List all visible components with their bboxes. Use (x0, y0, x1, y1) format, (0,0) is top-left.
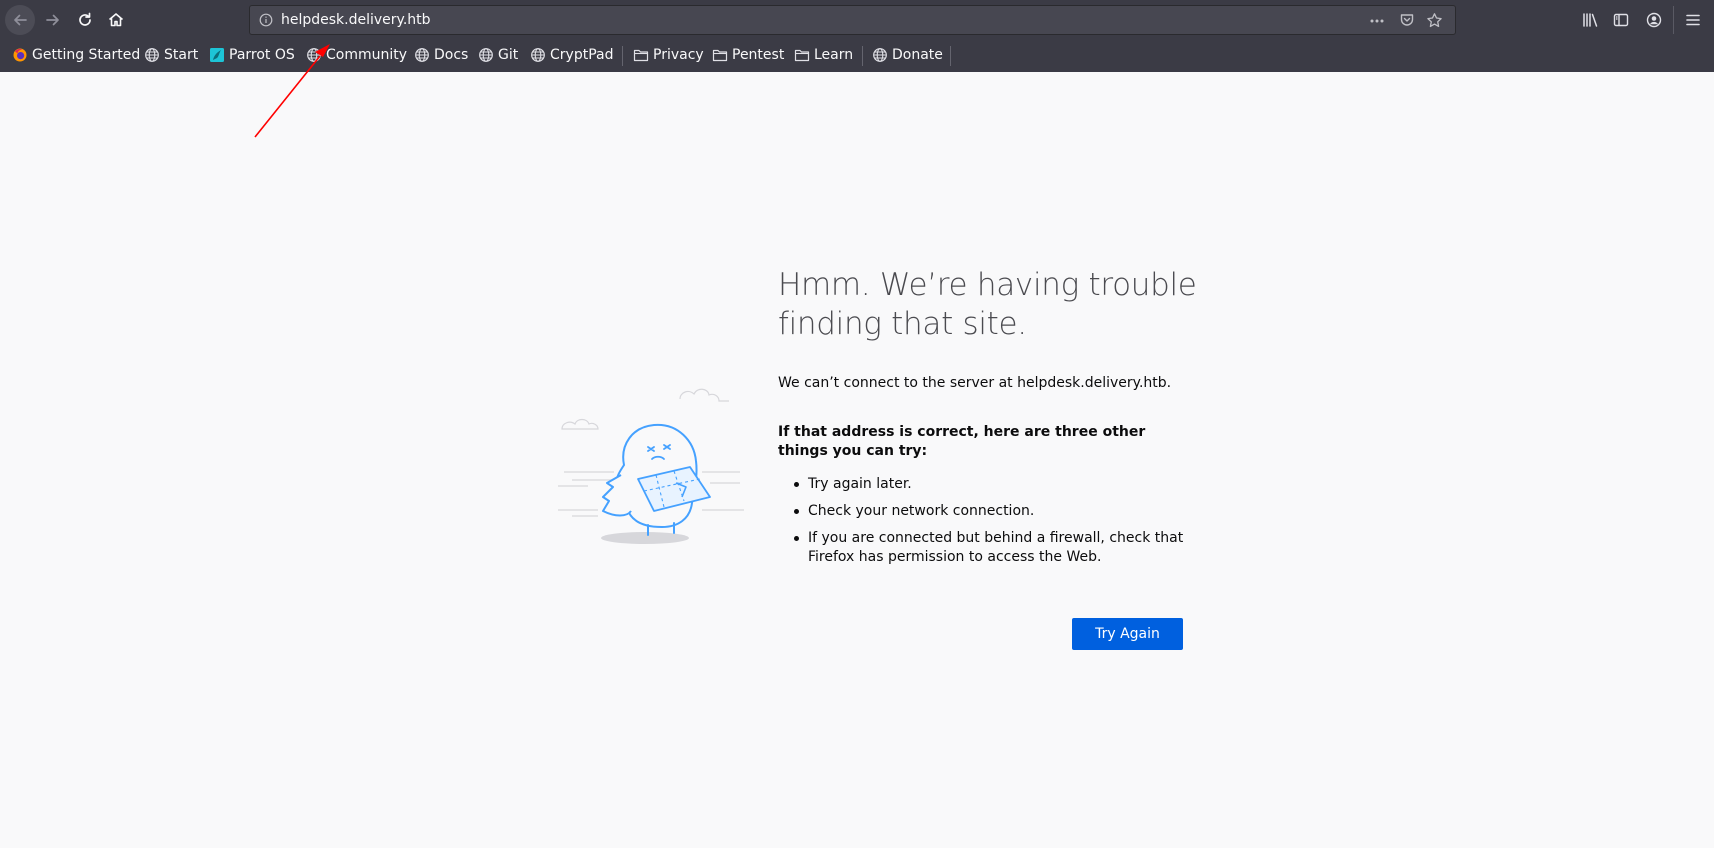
suggestion-item: If you are connected but behind a firewa… (792, 529, 1192, 567)
toolbar-separator (1673, 6, 1674, 34)
account-icon[interactable] (1645, 11, 1663, 29)
bookmark-parrot-os[interactable]: Parrot OS (209, 44, 295, 66)
globe-icon (479, 48, 493, 62)
globe-icon (415, 48, 429, 62)
address-bar[interactable]: helpdesk.delivery.htb (249, 5, 1456, 35)
bookmark-label: CryptPad (550, 47, 614, 63)
bookmark-folder-learn[interactable]: Learn (794, 44, 853, 66)
arrow-left-icon (14, 14, 27, 26)
bookmark-label: Learn (814, 47, 854, 63)
suggestions-list: Try again later. Check your network conn… (792, 475, 1192, 575)
bookmark-label: Git (498, 47, 519, 63)
globe-icon (531, 48, 545, 62)
bookmark-git[interactable]: Git (478, 44, 518, 66)
parrot-icon (210, 48, 224, 62)
url-text[interactable]: helpdesk.delivery.htb (281, 12, 431, 28)
browser-toolbar: helpdesk.delivery.htb Getting Started St… (0, 0, 1714, 72)
library-icon[interactable] (1581, 11, 1599, 29)
bookmark-label: Parrot OS (229, 47, 295, 63)
bookmark-label: Community (326, 47, 408, 63)
bookmark-separator (950, 46, 951, 66)
hamburger-menu-icon[interactable] (1684, 11, 1702, 29)
globe-icon (873, 48, 887, 62)
back-button[interactable] (5, 5, 35, 35)
bookmark-label: Getting Started (32, 47, 141, 63)
bookmark-folder-pentest[interactable]: Pentest (712, 44, 784, 66)
globe-icon (145, 48, 159, 62)
bookmark-docs[interactable]: Docs (414, 44, 468, 66)
suggestion-item: Check your network connection. (792, 502, 1192, 521)
sidebar-icon[interactable] (1612, 11, 1630, 29)
folder-icon (633, 49, 649, 62)
forward-button[interactable] (38, 5, 68, 35)
bookmark-folder-privacy[interactable]: Privacy (633, 44, 704, 66)
bookmark-label: Docs (434, 47, 469, 63)
reload-icon (79, 12, 91, 26)
folder-icon (712, 49, 728, 62)
error-description: We can’t connect to the server at helpde… (778, 375, 1172, 391)
lost-dino-map-illustration (558, 388, 744, 544)
reload-button[interactable] (70, 5, 100, 35)
home-icon (108, 13, 124, 27)
bookmark-start[interactable]: Start (144, 44, 198, 66)
bookmark-label: Pentest (732, 47, 785, 63)
more-actions-icon[interactable] (1369, 13, 1385, 29)
bookmark-donate[interactable]: Donate (872, 44, 943, 66)
arrow-right-icon (46, 14, 59, 26)
info-icon[interactable] (259, 13, 273, 27)
globe-icon (307, 48, 321, 62)
bookmark-label: Donate (892, 47, 943, 63)
pocket-icon[interactable] (1399, 12, 1415, 28)
home-button[interactable] (101, 5, 131, 35)
folder-icon (794, 49, 810, 62)
bookmark-separator (622, 46, 623, 66)
suggestion-item: Try again later. (792, 475, 1192, 494)
bookmark-label: Privacy (653, 47, 704, 63)
firefox-icon (13, 48, 27, 62)
bookmark-cryptpad[interactable]: CryptPad (530, 44, 613, 66)
bookmark-separator (862, 46, 863, 66)
error-title: Hmm. We’re having trouble finding that s… (778, 267, 1197, 342)
bookmark-label: Start (164, 47, 199, 63)
try-again-button[interactable]: Try Again (1072, 618, 1183, 650)
error-hint: If that address is correct, here are thr… (778, 424, 1146, 459)
bookmark-star-icon[interactable] (1426, 12, 1443, 29)
bookmark-getting-started[interactable]: Getting Started (12, 44, 140, 66)
bookmarks-toolbar: Getting Started Start Parrot OS Communit… (0, 40, 1714, 72)
bookmark-community[interactable]: Community (306, 44, 407, 66)
